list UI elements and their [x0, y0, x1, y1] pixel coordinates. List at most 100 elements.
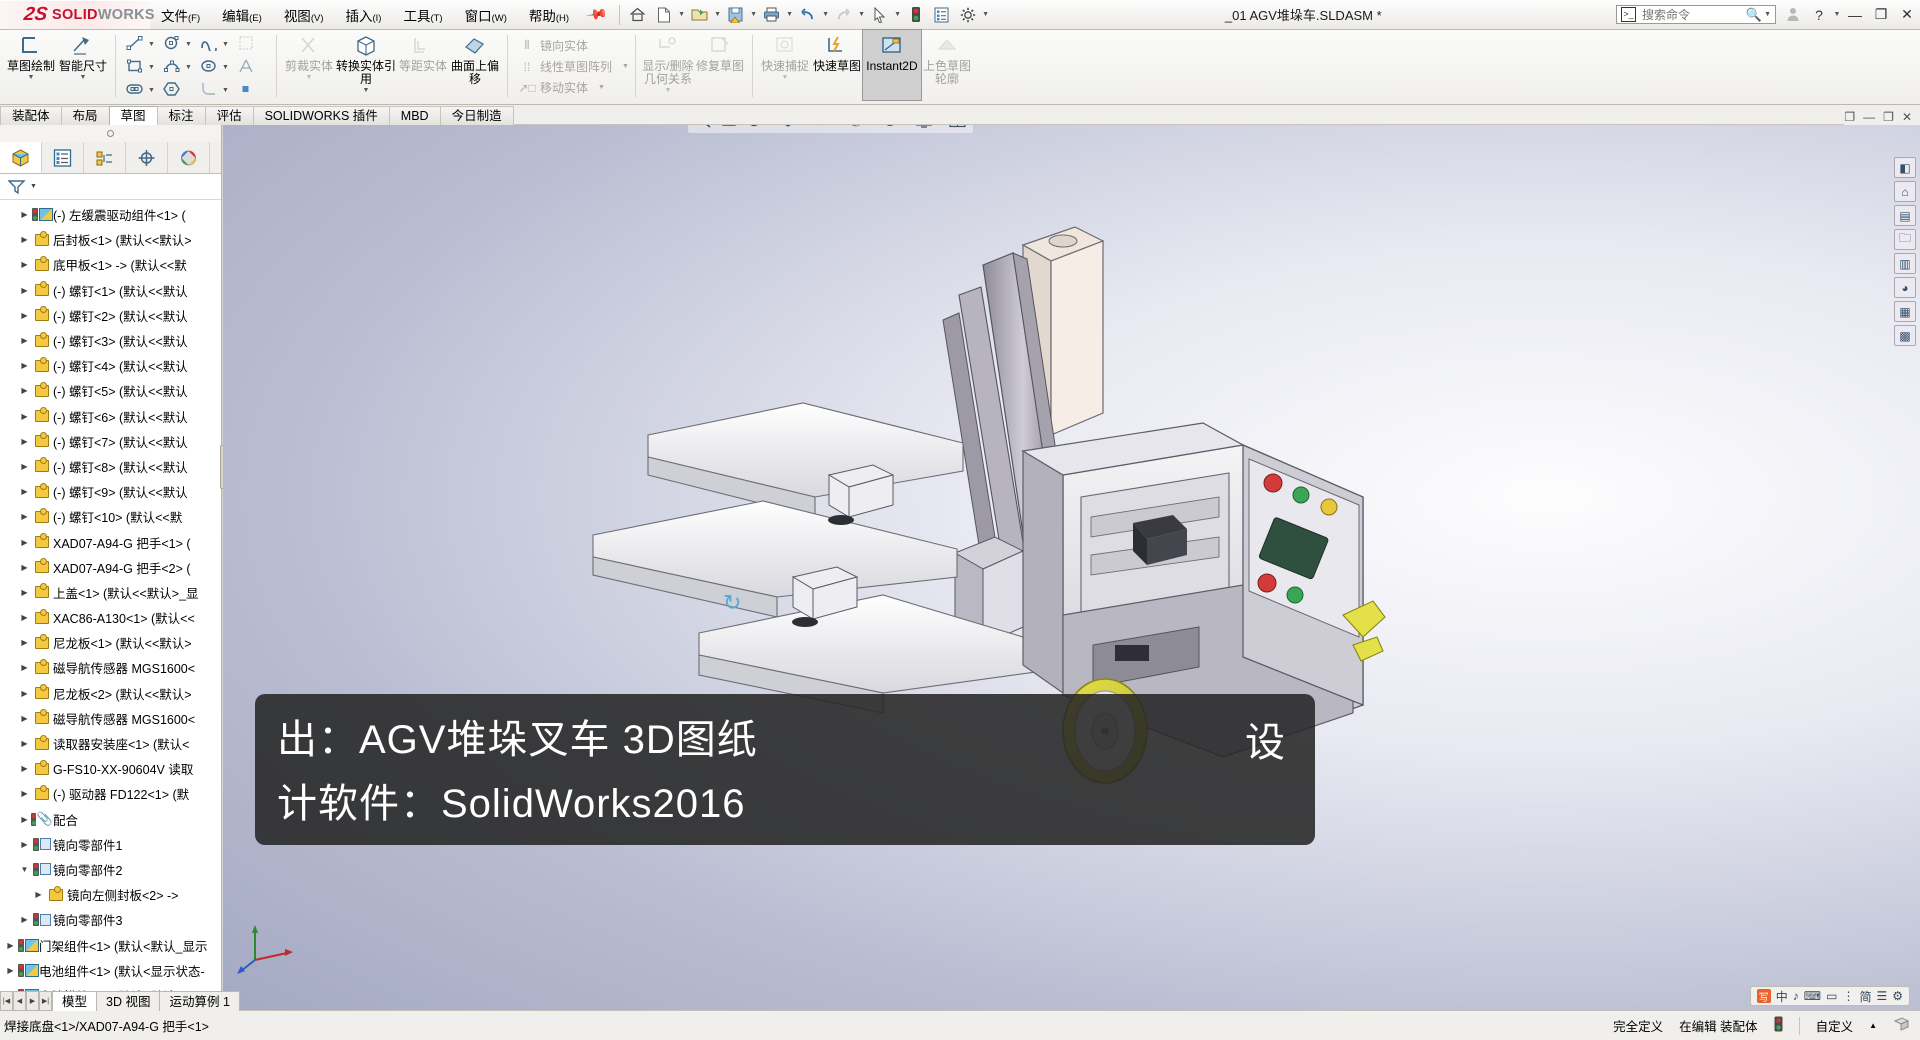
view-orientation-icon[interactable]	[741, 125, 766, 132]
instant2d-button[interactable]: Instant2D	[861, 29, 922, 101]
filter-caret-icon[interactable]: ▼	[30, 183, 37, 190]
tree-item[interactable]: ▶ (-) 螺钉<3> (默认<<默认	[0, 328, 221, 353]
settings-caret[interactable]: ▼	[981, 11, 991, 18]
fillet-caret[interactable]: ▼	[222, 87, 233, 94]
model-tab-prev[interactable]: ◀	[13, 991, 26, 1011]
edit-appearance-icon[interactable]	[843, 125, 868, 132]
tree-expand-arrow[interactable]: ▶	[18, 487, 31, 496]
spline-tool[interactable]: ▼	[196, 35, 233, 55]
arc-caret[interactable]: ▼	[185, 64, 196, 71]
3d-view-tab[interactable]: 3D 视图	[96, 991, 161, 1011]
menu-window[interactable]: 窗口(W)	[454, 1, 518, 29]
custom-properties-icon[interactable]: ▦	[1894, 301, 1916, 322]
circle-tool[interactable]: ▼	[159, 35, 196, 54]
redo-icon[interactable]	[831, 3, 857, 27]
menu-edit[interactable]: 编辑(E)	[211, 1, 273, 29]
view-settings-icon[interactable]	[911, 125, 936, 132]
model-tab[interactable]: 模型	[52, 991, 98, 1011]
tree-expand-arrow[interactable]: ▶	[18, 638, 31, 647]
ime-sound-icon[interactable]: ♪	[1793, 989, 1799, 1003]
rectangle-tool[interactable]: ▼	[122, 58, 159, 77]
new-document-icon[interactable]	[651, 3, 677, 27]
undo-icon[interactable]	[795, 3, 821, 27]
select-caret[interactable]: ▼	[893, 11, 903, 18]
doc-minimize-icon[interactable]: —	[1863, 110, 1875, 124]
tree-item[interactable]: ▶ 镜向零部件1	[0, 832, 221, 857]
viewport-layout-icon[interactable]	[945, 125, 970, 132]
tree-expand-arrow[interactable]: ▶	[18, 663, 31, 672]
linear-pattern-caret[interactable]: ▼	[622, 63, 629, 70]
tab-manufacture-today[interactable]: 今日制造	[439, 106, 514, 125]
open-folder-caret[interactable]: ▼	[713, 11, 723, 18]
undo-caret[interactable]: ▼	[821, 11, 831, 18]
print-icon[interactable]	[759, 3, 785, 27]
line-tool[interactable]: ▼	[122, 35, 159, 54]
customize-label[interactable]: 自定义	[1816, 1016, 1854, 1035]
tree-expand-arrow[interactable]: ▶	[18, 538, 31, 547]
tree-item[interactable]: ▶ G-FS10-XX-90604V 读取	[0, 756, 221, 781]
graphics-viewport[interactable]: ▼ ▼ ▼ ▼ ▼ ▼	[223, 125, 1920, 1010]
menu-view[interactable]: 视图(V)	[273, 1, 335, 29]
apply-scene-icon[interactable]	[877, 125, 902, 132]
dimxpert-manager-tab[interactable]	[126, 142, 168, 173]
tree-expand-arrow[interactable]: ▶	[18, 336, 31, 345]
offset-entity-button[interactable]: 等距实体	[397, 30, 449, 100]
tree-expand-arrow[interactable]: ▶	[18, 764, 31, 773]
arc-tool[interactable]: ▼	[159, 58, 196, 77]
status-ribbon-icon[interactable]	[1893, 1016, 1910, 1035]
tree-expand-arrow[interactable]: ▶	[32, 890, 45, 899]
doc-close-icon[interactable]: ✕	[1902, 110, 1912, 124]
tab-sketch[interactable]: 草图	[108, 106, 158, 125]
quick-snap-dropdown[interactable]: ▼	[781, 74, 788, 81]
repair-sketch-button[interactable]: 修复草图	[694, 30, 746, 100]
tree-item[interactable]: ▶ 磁导航传感器 MGS1600<	[0, 655, 221, 680]
home-panel-icon[interactable]: ⌂	[1894, 181, 1916, 202]
tree-expand-arrow[interactable]: ▶	[18, 311, 31, 320]
select-pointer-icon[interactable]	[867, 3, 893, 27]
slot-tool[interactable]: ▼	[122, 81, 159, 100]
customize-caret-icon[interactable]: ▲	[1869, 1021, 1877, 1030]
line-caret[interactable]: ▼	[148, 41, 159, 48]
convert-entity-button[interactable]: 转换实体引用 ▼	[335, 30, 397, 100]
trim-entity-button[interactable]: 剪裁实体 ▼	[283, 30, 335, 100]
doc-restore-icon[interactable]: ❐	[1883, 110, 1894, 124]
ellipse-caret[interactable]: ▼	[222, 64, 233, 71]
tree-item[interactable]: ▶ 📎 配合	[0, 807, 221, 832]
configuration-manager-tab[interactable]	[84, 142, 126, 173]
tree-item[interactable]: ▶ 电池组件<1> (默认<显示状态-	[0, 958, 221, 983]
tree-item[interactable]: ▶ (-) 螺钉<7> (默认<<默认	[0, 429, 221, 454]
trim-entity-dropdown[interactable]: ▼	[306, 74, 313, 81]
tree-expand-arrow[interactable]: ▶	[18, 840, 31, 849]
settings-gear-icon[interactable]	[955, 3, 981, 27]
smart-dimension-dropdown[interactable]: ▼	[80, 74, 87, 81]
tab-solidworks-addins[interactable]: SOLIDWORKS 插件	[252, 106, 390, 125]
display-manager-tab[interactable]	[168, 142, 210, 173]
tree-item[interactable]: ▶ (-) 螺钉<6> (默认<<默认	[0, 404, 221, 429]
file-explorer-icon[interactable]: 🗀	[1894, 229, 1916, 250]
render-tools-icon[interactable]: ▩	[1894, 325, 1916, 346]
ime-menu-icon[interactable]: ☰	[1876, 989, 1887, 1003]
tree-item[interactable]: ▶ 磁导航传感器 MGS1600<	[0, 706, 221, 731]
point-tool[interactable]	[233, 81, 270, 100]
tab-assembly[interactable]: 装配体	[0, 106, 62, 125]
pin-menu-icon[interactable]: 📌	[585, 3, 608, 27]
tree-expand-arrow[interactable]: ▶	[18, 286, 31, 295]
circle-caret[interactable]: ▼	[185, 41, 196, 48]
save-caret[interactable]: ▼	[749, 11, 759, 18]
move-entity-caret[interactable]: ▼	[598, 84, 605, 91]
smart-dimension-button[interactable]: 智能尺寸 ▼	[57, 30, 109, 100]
restore-button[interactable]: ❐	[1868, 2, 1894, 28]
options-list-icon[interactable]	[929, 3, 955, 27]
ime-badge[interactable]: 写	[1756, 989, 1771, 1004]
quick-snap-button[interactable]: 快速捕捉 ▼	[759, 30, 811, 100]
zoom-to-fit-icon[interactable]	[691, 125, 716, 132]
tree-expand-arrow[interactable]: ▶	[4, 941, 17, 950]
menu-insert[interactable]: 插入(I)	[334, 1, 392, 29]
hide-show-icon[interactable]	[809, 125, 834, 132]
tree-expand-arrow[interactable]: ▶	[18, 260, 31, 269]
tree-item[interactable]: ▶ 镜向左侧封板<2> ->	[0, 882, 221, 907]
tree-item[interactable]: ▶ (-) 螺钉<10> (默认<<默	[0, 504, 221, 529]
tree-item[interactable]: ▶ (-) 螺钉<4> (默认<<默认	[0, 353, 221, 378]
tree-expand-arrow[interactable]: ▶	[18, 462, 31, 471]
spline-caret[interactable]: ▼	[222, 41, 233, 48]
